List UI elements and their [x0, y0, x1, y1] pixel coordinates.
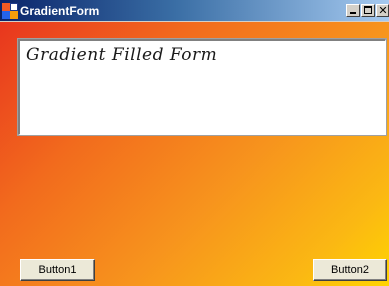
gradient-client-area: Gradient Filled Form Button1 Button2 [0, 22, 389, 286]
window-title: GradientForm [20, 4, 100, 18]
button2[interactable]: Button2 [313, 259, 387, 281]
title-bar[interactable]: GradientForm ✕ [0, 0, 389, 22]
text-box[interactable]: Gradient Filled Form [17, 38, 387, 136]
maximize-button[interactable] [361, 4, 375, 17]
minimize-icon [350, 12, 356, 14]
maximize-icon [364, 6, 372, 14]
button1[interactable]: Button1 [20, 259, 95, 281]
close-icon: ✕ [378, 4, 388, 17]
app-form-icon[interactable] [2, 3, 18, 19]
text-box-value: Gradient Filled Form [26, 45, 218, 65]
close-button[interactable]: ✕ [376, 4, 389, 17]
minimize-button[interactable] [346, 4, 360, 17]
gradient-form-window: GradientForm ✕ Gradient Filled Form Butt… [0, 0, 389, 286]
